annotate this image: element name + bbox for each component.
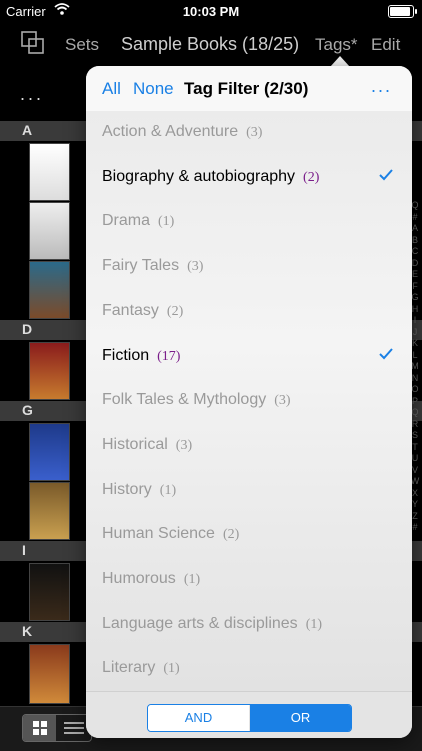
grid-view-icon[interactable] [23, 715, 56, 741]
section-letter: D [22, 321, 33, 337]
sets-button[interactable]: Sets [65, 35, 99, 55]
tag-name: History [102, 480, 152, 498]
tag-count: (3) [274, 393, 291, 409]
book-cover[interactable] [29, 644, 70, 704]
tag-name: Biography & autobiography [102, 167, 296, 185]
tag-name: Humorous [102, 570, 176, 587]
or-segment[interactable]: OR [250, 705, 351, 731]
tag-count: (1) [159, 482, 177, 498]
status-bar: Carrier 10:03 PM [0, 0, 422, 24]
tag-row[interactable]: Fantasy (2) [86, 290, 412, 334]
tag-name: Fairy Tales [102, 257, 180, 275]
tag-name: Historical [102, 435, 168, 453]
book-cover[interactable] [29, 202, 70, 260]
popover-title: Tag Filter (2/30) [184, 79, 309, 98]
and-segment[interactable]: AND [148, 705, 249, 731]
book-cover[interactable] [29, 342, 70, 400]
tag-row[interactable]: Humorous (1) [86, 558, 412, 602]
tag-row[interactable]: Folk Tales & Mythology (3) [86, 379, 412, 423]
tag-name: Language arts & disciplines [102, 614, 298, 632]
clock: 10:03 PM [182, 4, 240, 19]
section-letter: A [22, 122, 33, 138]
book-cover[interactable] [29, 143, 70, 201]
section-letter: K [22, 623, 33, 639]
tag-list[interactable]: Action & Adventure (3) Biography & autobi… [86, 111, 412, 691]
section-letter: G [22, 402, 33, 418]
tag-count: (2) [166, 303, 184, 319]
checkmark-icon [378, 168, 394, 187]
navigation-bar: Sets Sample Books (18/25) Tags* Edit [0, 24, 422, 66]
select-all-button[interactable]: All [102, 79, 121, 99]
checkmark-icon [378, 347, 394, 366]
tag-row[interactable]: Literary (1) [86, 647, 412, 691]
book-cover[interactable] [29, 563, 70, 621]
tag-count: (17) [157, 348, 181, 364]
tag-name: Folk Tales & Mythology [102, 391, 267, 409]
tag-name: Fantasy [102, 301, 159, 319]
tags-button[interactable]: Tags* [315, 35, 358, 55]
tag-filter-popover: All None Tag Filter (2/30) ... Action & … [86, 66, 412, 738]
tag-row[interactable]: Fiction (17) [86, 335, 412, 379]
book-cover[interactable] [29, 261, 70, 319]
page-title: Sample Books (18/25) [121, 34, 300, 54]
tag-row[interactable]: Biography & autobiography (2) [86, 156, 412, 200]
tag-row[interactable]: History (1) [86, 469, 412, 513]
sets-icon[interactable] [20, 30, 46, 61]
book-cover[interactable] [29, 482, 70, 540]
popover-header: All None Tag Filter (2/30) ... [86, 66, 412, 112]
book-cover[interactable] [29, 423, 70, 481]
tag-name: Fiction [102, 346, 150, 364]
tag-name: Literary [102, 659, 156, 677]
tag-name: Human Science [102, 525, 215, 543]
tag-count: (3) [175, 437, 193, 453]
tag-row[interactable]: Drama (1) [86, 200, 412, 244]
tag-count: (2) [303, 169, 320, 185]
tag-row[interactable]: Fairy Tales (3) [86, 245, 412, 289]
tag-count: (1) [158, 214, 175, 230]
tag-name: Action & Adventure [102, 123, 239, 140]
battery-icon [388, 5, 417, 18]
tag-count: (2) [222, 527, 240, 543]
tag-count: (1) [305, 616, 323, 632]
popover-footer: AND OR [86, 691, 412, 738]
tag-row[interactable]: Action & Adventure (3) [86, 111, 412, 155]
popover-more-button[interactable]: ... [371, 76, 392, 97]
tag-count: (3) [187, 259, 204, 275]
view-mode-control[interactable] [22, 714, 92, 742]
more-button[interactable]: ... [20, 84, 44, 105]
tag-count: (3) [246, 125, 263, 140]
section-letter: I [22, 542, 26, 558]
tag-row[interactable]: Historical (3) [86, 424, 412, 468]
match-mode-segmented-control[interactable]: AND OR [147, 704, 352, 732]
tag-row[interactable]: Language arts & disciplines (1) [86, 603, 412, 647]
tag-count: (1) [163, 661, 180, 677]
tag-row[interactable]: Human Science (2) [86, 513, 412, 557]
tag-count: (1) [183, 572, 201, 587]
select-none-button[interactable]: None [133, 79, 174, 99]
tag-name: Drama [102, 212, 151, 230]
edit-button[interactable]: Edit [371, 35, 400, 55]
